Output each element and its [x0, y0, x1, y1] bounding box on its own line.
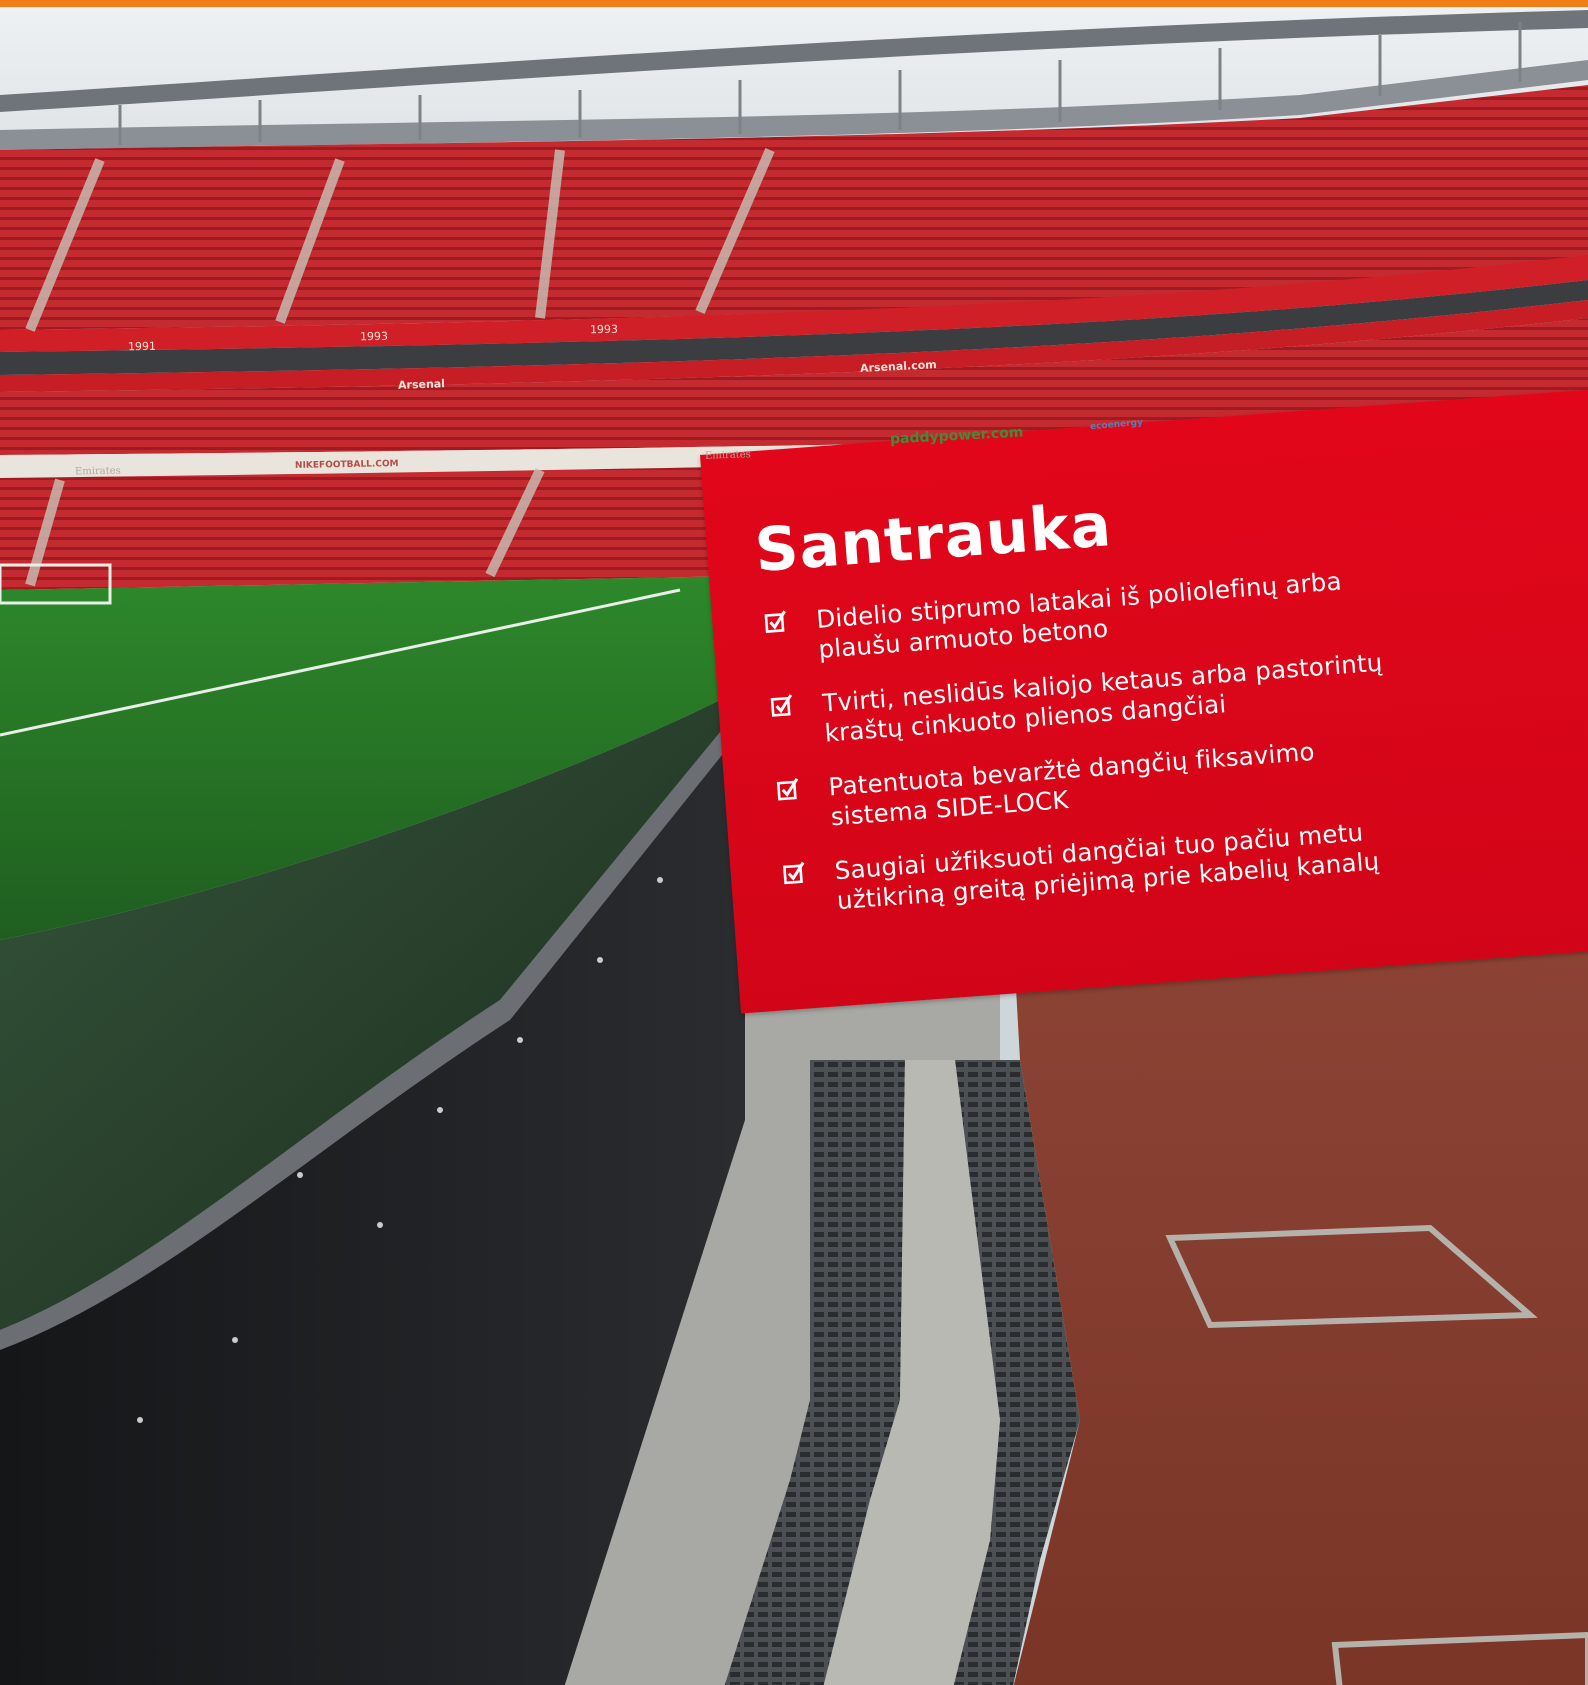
checkbox-checked-icon — [783, 861, 805, 885]
checkbox-checked-icon — [764, 610, 786, 633]
checkbox-checked-icon — [776, 777, 799, 801]
checkbox-checked-icon — [770, 694, 793, 717]
summary-title: Santrauka — [752, 490, 1115, 587]
summary-panel: Santrauka Didelio stiprumo latakai iš po… — [700, 381, 1588, 1014]
summary-list: Didelio stiprumo latakai iš poliolefinų … — [763, 553, 1546, 944]
